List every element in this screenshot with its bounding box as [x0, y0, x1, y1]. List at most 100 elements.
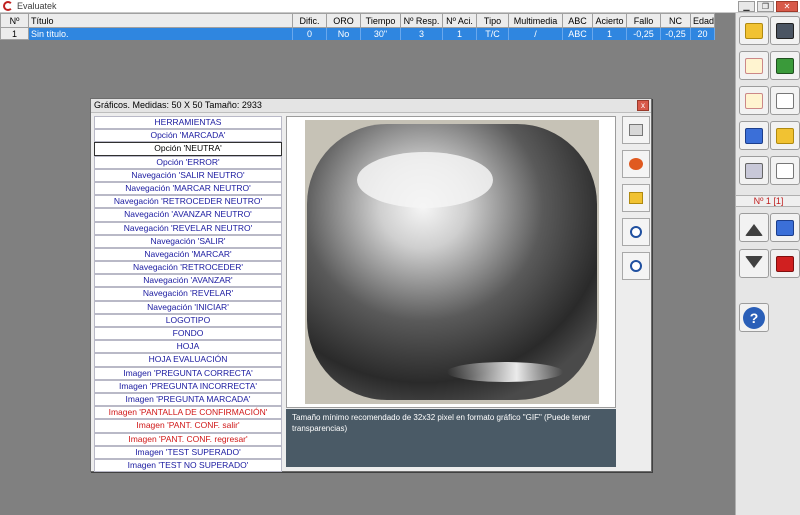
table-cell[interactable]: 3 [400, 27, 443, 40]
graphics-option-item[interactable]: Opción 'MARCADA' [94, 129, 282, 143]
column-header[interactable]: Tiempo [360, 13, 401, 28]
table-cell[interactable]: 30" [360, 27, 401, 40]
graphics-option-item[interactable]: HERRAMIENTAS [94, 116, 282, 130]
graphics-option-item[interactable]: Navegación 'REVELAR NEUTRO' [94, 221, 282, 235]
graphics-option-item[interactable]: LOGOTIPO [94, 313, 282, 327]
move-up-button[interactable] [739, 213, 769, 242]
graphics-option-item[interactable]: Navegación 'AVANZAR NEUTRO' [94, 208, 282, 222]
column-header[interactable]: NC [660, 13, 691, 28]
image-tool-button[interactable] [739, 121, 769, 150]
load-image-button[interactable] [622, 116, 650, 144]
open-image-folder-button[interactable] [622, 184, 650, 212]
graphics-option-item[interactable]: Navegación 'INICIAR' [94, 300, 282, 314]
graphics-option-item[interactable]: Imagen 'TEST NO SUPERADO' [94, 458, 282, 473]
table-cell[interactable]: 1 [592, 27, 627, 40]
export-icon [776, 57, 794, 74]
window-controls: ▁ ❐ ✕ [738, 1, 798, 12]
table-cell[interactable]: Sin título. [28, 27, 293, 40]
zoom-in-icon [630, 226, 642, 238]
table-cell[interactable]: -0,25 [626, 27, 661, 40]
graphics-option-item[interactable]: Imagen 'TEST SUPERADO' [94, 445, 282, 459]
export-button[interactable] [770, 51, 800, 80]
zoom-out-button[interactable] [622, 252, 650, 280]
question-counter: Nº 1 [1] [736, 195, 800, 207]
table-cell[interactable]: 20 [690, 27, 715, 40]
column-header[interactable]: Dific. [292, 13, 327, 28]
graphics-option-list: HERRAMIENTAS Opción 'MARCADA' Opción 'NEUT… [94, 116, 282, 473]
table-cell[interactable]: 0 [292, 27, 327, 40]
save-icon [776, 22, 794, 39]
new-document-button[interactable] [739, 86, 769, 115]
graphics-dialog: Gráficos. Medidas: 50 X 50 Tamaño: 2933 … [90, 98, 652, 473]
multimedia-button[interactable] [739, 156, 769, 185]
neutral-option-image [305, 120, 599, 404]
open-folder-button[interactable] [739, 16, 769, 45]
graphics-option-item[interactable]: Navegación 'SALIR NEUTRO' [94, 168, 282, 182]
graphics-option-item[interactable]: Imagen 'PANTALLA DE CONFIRMACIÓN' [94, 406, 282, 420]
row-index-cell[interactable]: 1 [0, 27, 29, 40]
preview-icon [776, 162, 794, 179]
zoom-in-button[interactable] [622, 218, 650, 246]
table-cell[interactable]: -0,25 [660, 27, 691, 40]
preview-button[interactable] [770, 156, 800, 185]
open-images-button[interactable] [770, 121, 800, 150]
graphics-option-item[interactable]: Imagen 'PREGUNTA INCORRECTA' [94, 379, 282, 393]
column-header[interactable]: Edad [690, 13, 715, 28]
graphics-option-item[interactable]: Navegación 'MARCAR NEUTRO' [94, 181, 282, 196]
graphics-option-item[interactable]: Navegación 'REVELAR' [94, 287, 282, 301]
graphics-option-item[interactable]: Navegación 'RETROCEDER' [94, 261, 282, 275]
graphics-option-item[interactable]: Opción 'NEUTRA' [94, 142, 282, 156]
column-header[interactable]: Título [28, 13, 293, 28]
table-cell[interactable]: T/C [476, 27, 509, 40]
save-button[interactable] [770, 16, 800, 45]
image-preview [305, 120, 599, 404]
column-header[interactable]: Acierto [592, 13, 627, 28]
column-header[interactable]: Fallo [626, 13, 661, 28]
table-row[interactable]: 1 Sin título. 0 No 30" 3 1 T/C / ABC 1 -0,25 -0,25 20 [0, 27, 715, 40]
arrow-down-icon [745, 255, 763, 272]
view-image-button[interactable] [622, 150, 650, 178]
column-header[interactable]: ORO [326, 13, 361, 28]
column-header[interactable]: Tipo [476, 13, 509, 28]
pencil-image-icon [745, 127, 763, 144]
dialog-title-bar: Gráficos. Medidas: 50 X 50 Tamaño: 2933 … [91, 99, 651, 113]
restore-button[interactable]: ❐ [757, 1, 774, 12]
graphics-option-item[interactable]: Navegación 'MARCAR' [94, 247, 282, 262]
minimize-button[interactable]: ▁ [738, 1, 755, 12]
folder-icon [629, 192, 643, 204]
add-question-button[interactable] [770, 213, 800, 242]
close-window-button[interactable]: ✕ [776, 1, 798, 12]
document-button[interactable] [770, 86, 800, 115]
table-cell[interactable]: ABC [562, 27, 593, 40]
table-cell[interactable]: No [326, 27, 361, 40]
new-note-button[interactable] [739, 51, 769, 80]
load-image-icon [629, 124, 643, 136]
graphics-option-item[interactable]: Navegación 'AVANZAR' [94, 274, 282, 288]
table-cell[interactable]: / [508, 27, 563, 40]
table-cell[interactable]: 1 [442, 27, 477, 40]
move-down-button[interactable] [739, 249, 769, 278]
graphics-option-item[interactable]: Navegación 'SALIR' [94, 234, 282, 248]
column-header[interactable]: ABC [562, 13, 593, 28]
delete-question-button[interactable] [770, 249, 800, 278]
add-question-icon [776, 219, 794, 236]
column-header[interactable]: Nº Resp. [400, 13, 443, 28]
graphics-option-item[interactable]: Imagen 'PREGUNTA MARCADA' [94, 392, 282, 407]
graphics-option-item[interactable]: Opción 'ERROR' [94, 155, 282, 169]
graphics-option-item[interactable]: HOJA EVALUACIÓN [94, 353, 282, 367]
graphics-option-item[interactable]: FONDO [94, 327, 282, 341]
cd-icon [745, 162, 763, 179]
help-button[interactable]: ? [739, 303, 769, 332]
graphics-option-item[interactable]: Imagen 'PREGUNTA CORRECTA' [94, 366, 282, 380]
column-header[interactable]: Multimedia [508, 13, 563, 28]
column-header[interactable]: Nº Aci. [442, 13, 477, 28]
graphics-option-item[interactable]: Imagen 'PANT. CONF. salir' [94, 419, 282, 433]
graphics-option-item[interactable]: Navegación 'RETROCEDER NEUTRO' [94, 195, 282, 209]
dialog-close-button[interactable]: x [637, 100, 649, 111]
graphics-option-item[interactable]: HOJA [94, 340, 282, 354]
column-header[interactable]: Nº [0, 13, 29, 28]
graphics-option-item[interactable]: Imagen 'PANT. CONF. regresar' [94, 432, 282, 446]
folder-icon [745, 22, 763, 39]
title-bar: Evaluatek ▁ ❐ ✕ [0, 0, 800, 13]
info-message: Tamaño mínimo recomendado de 32x32 pixel… [286, 409, 616, 467]
